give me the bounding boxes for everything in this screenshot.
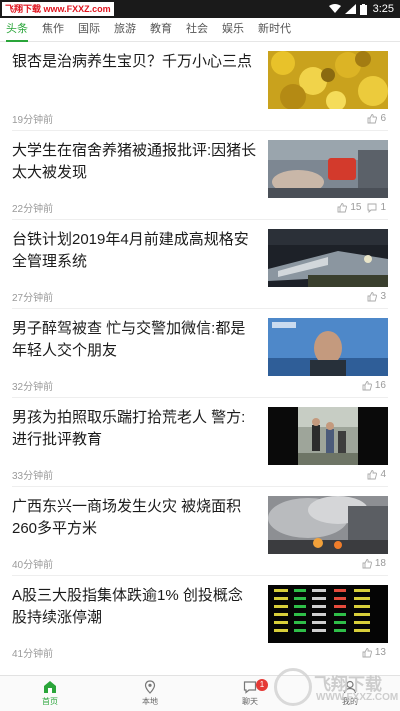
tab-travel[interactable]: 旅游 — [114, 18, 136, 42]
divider — [12, 486, 388, 487]
like-count: 3 — [380, 291, 386, 302]
news-thumbnail — [268, 496, 388, 554]
like-count: 4 — [380, 469, 386, 480]
news-thumbnail — [268, 51, 388, 109]
location-icon — [144, 680, 156, 694]
news-time: 40分钟前 — [12, 560, 54, 571]
news-thumbnail — [268, 229, 388, 287]
tab-new-era[interactable]: 新时代 — [258, 18, 291, 42]
nav-label: 聊天 — [242, 697, 258, 706]
status-bar: 飞翔下载 www.FXXZ.com 3:25 — [0, 0, 400, 18]
news-thumbnail — [268, 140, 388, 198]
news-thumbnail — [268, 585, 388, 643]
news-thumbnail — [268, 407, 388, 465]
news-item[interactable]: 广西东兴一商场发生火灾 被烧面积260多平方米 40分钟前 18 — [0, 488, 400, 576]
nav-label: 首页 — [42, 697, 58, 706]
comment-icon[interactable] — [367, 203, 377, 213]
news-item[interactable]: 男子醉驾被查 忙与交警加微信:都是年轻人交个朋友 32分钟前 16 — [0, 310, 400, 398]
divider — [12, 130, 388, 131]
tab-international[interactable]: 国际 — [78, 18, 100, 42]
news-title: A股三大股指集体跌逾1% 创投概念股持续涨停潮 — [12, 587, 243, 626]
divider — [12, 308, 388, 309]
divider — [12, 397, 388, 398]
like-count: 16 — [374, 380, 386, 391]
watermark-logo-icon — [274, 668, 312, 706]
comment-count: 1 — [380, 202, 386, 213]
site-watermark: 飞翔下载 WWW.FXXZ.COM — [274, 666, 398, 708]
tab-headlines[interactable]: 头条 — [6, 18, 28, 42]
news-time: 19分钟前 — [12, 115, 54, 126]
unread-badge: 1 — [256, 679, 268, 691]
news-stats: 4 — [367, 469, 386, 480]
tab-education[interactable]: 教育 — [150, 18, 172, 42]
news-item[interactable]: A股三大股指集体跌逾1% 创投概念股持续涨停潮 41分钟前 13 — [0, 577, 400, 665]
news-item[interactable]: 大学生在宿舍养猪被通报批评:因猪长太大被发现 22分钟前 15 1 — [0, 132, 400, 220]
wifi-icon — [328, 4, 341, 13]
news-thumbnail — [268, 318, 388, 376]
news-stats: 15 1 — [337, 202, 386, 213]
signal-icon — [344, 4, 356, 14]
news-title: 大学生在宿舍养猪被通报批评:因猪长太大被发现 — [12, 142, 257, 181]
news-time: 33分钟前 — [12, 471, 54, 482]
home-icon — [44, 681, 56, 693]
like-count: 18 — [374, 558, 386, 569]
like-count: 6 — [380, 113, 386, 124]
news-item[interactable]: 男孩为拍照取乐踹打拾荒老人 警方:进行批评教育 33分钟前 4 — [0, 399, 400, 487]
news-time: 27分钟前 — [12, 293, 54, 304]
divider — [12, 219, 388, 220]
divider — [12, 575, 388, 576]
news-item[interactable]: 银杏是治病养生宝贝？千万小心三点 19分钟前 6 — [0, 43, 400, 131]
tab-jiaozuo[interactable]: 焦作 — [42, 18, 64, 42]
battery-icon — [359, 3, 367, 15]
news-stats: 18 — [362, 558, 386, 569]
like-count: 13 — [374, 647, 386, 658]
news-title: 台铁计划2019年4月前建成高规格安全管理系统 — [12, 231, 249, 270]
watermark-url: WWW.FXXZ.COM — [316, 692, 399, 703]
news-title: 男子醉驾被查 忙与交警加微信:都是年轻人交个朋友 — [12, 320, 246, 359]
news-stats: 13 — [362, 647, 386, 658]
nav-label: 本地 — [142, 697, 158, 706]
news-time: 32分钟前 — [12, 382, 54, 393]
news-stats: 6 — [367, 113, 386, 124]
news-item[interactable]: 台铁计划2019年4月前建成高规格安全管理系统 27分钟前 3 — [0, 221, 400, 309]
nav-home[interactable]: 首页 — [0, 676, 100, 711]
chat-icon — [243, 681, 257, 694]
status-time: 3:25 — [372, 3, 394, 15]
thumbs-up-icon[interactable] — [362, 647, 372, 658]
news-time: 41分钟前 — [12, 649, 54, 660]
tab-society[interactable]: 社会 — [186, 18, 208, 42]
thumbs-up-icon[interactable] — [367, 113, 378, 124]
thumbs-up-icon[interactable] — [367, 291, 378, 302]
thumbs-up-icon[interactable] — [337, 202, 348, 213]
thumbs-up-icon[interactable] — [362, 558, 372, 569]
news-title: 银杏是治病养生宝贝？千万小心三点 — [12, 53, 253, 70]
status-watermark: 飞翔下载 www.FXXZ.com — [2, 2, 114, 16]
news-title: 男孩为拍照取乐踹打拾荒老人 警方:进行批评教育 — [12, 409, 246, 448]
tab-entertainment[interactable]: 娱乐 — [222, 18, 244, 42]
nav-local[interactable]: 本地 — [100, 676, 200, 711]
like-count: 15 — [350, 202, 362, 213]
news-time: 22分钟前 — [12, 204, 54, 215]
thumbs-up-icon[interactable] — [362, 380, 372, 391]
thumbs-up-icon[interactable] — [367, 469, 378, 480]
news-title: 广西东兴一商场发生火灾 被烧面积260多平方米 — [12, 498, 242, 537]
news-stats: 3 — [367, 291, 386, 302]
news-stats: 16 — [362, 380, 386, 391]
category-tabs: 头条 焦作 国际 旅游 教育 社会 娱乐 新时代 — [0, 18, 400, 42]
